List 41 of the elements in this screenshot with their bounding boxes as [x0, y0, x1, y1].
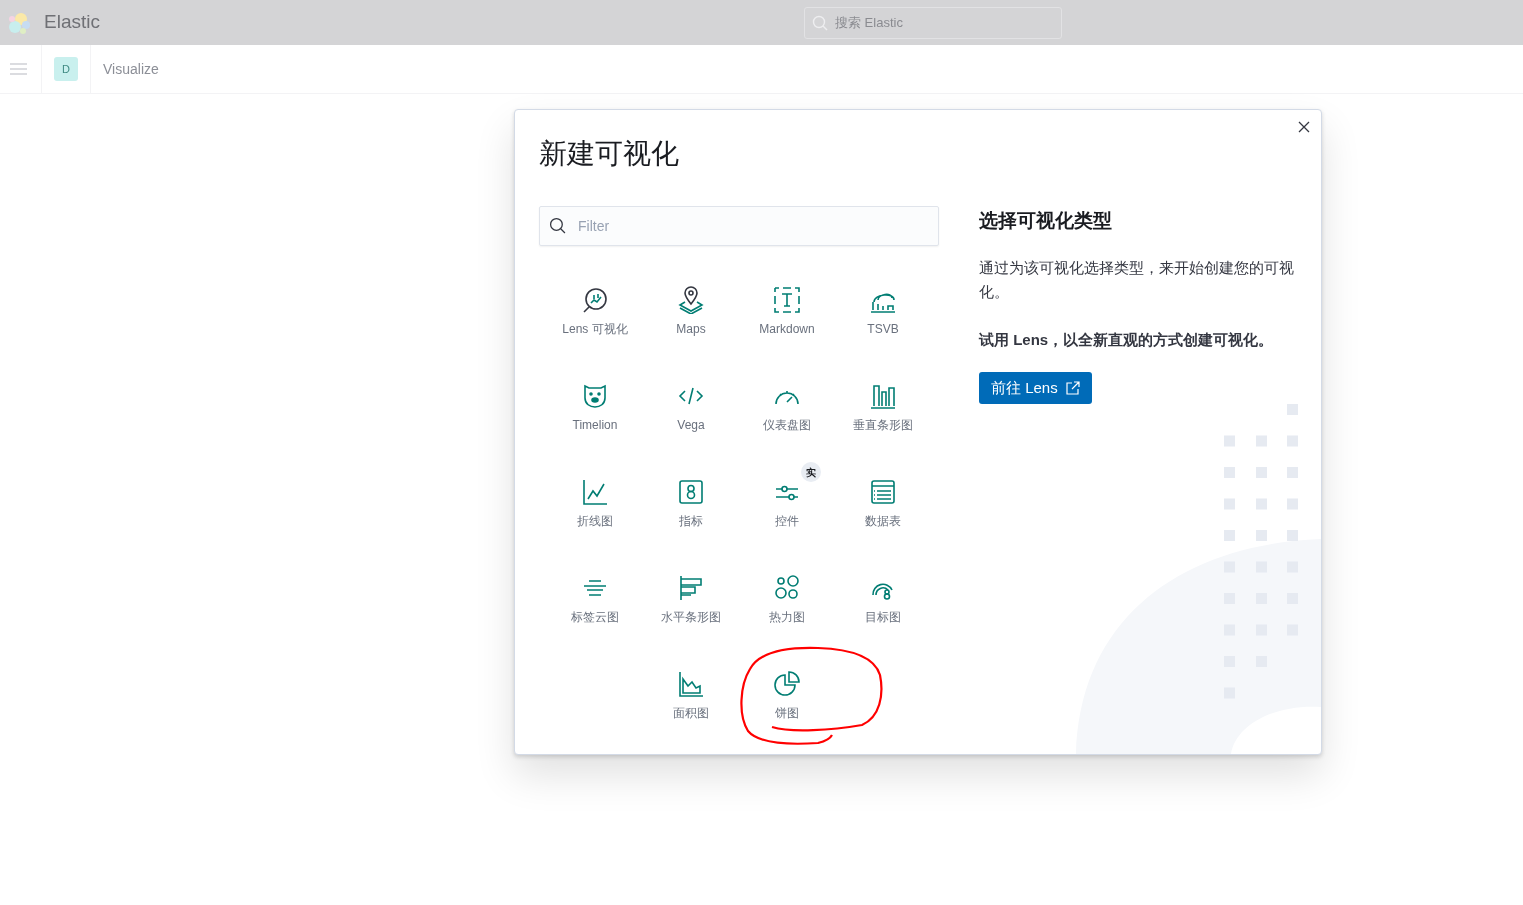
- search-field[interactable]: 搜索 Elastic: [804, 6, 1062, 39]
- description-text: 通过为该可视化选择类型，来开始创建您的可视化。: [979, 258, 1295, 302]
- visualization-type-button[interactable]: Timelion: [547, 370, 643, 466]
- visualization-type-button[interactable]: Markdown: [739, 274, 835, 370]
- go-to-lens-button[interactable]: 前往 Lens: [979, 372, 1092, 404]
- visualization-type-button[interactable]: 热力图: [739, 562, 835, 658]
- app-name[interactable]: Elastic: [44, 8, 100, 37]
- visualization-type-button[interactable]: 垂直条形图: [835, 370, 931, 466]
- space-avatar[interactable]: D: [54, 57, 78, 81]
- visualization-type-button[interactable]: 指标: [643, 466, 739, 562]
- visualization-type-button[interactable]: TSVB: [835, 274, 931, 370]
- experimental-badge: 实: [801, 462, 821, 482]
- text-frame-icon: [773, 286, 801, 314]
- magnifier-chart-icon: [581, 286, 609, 314]
- visualization-type-button[interactable]: 面积图: [643, 658, 739, 754]
- modal-title: 新建可视化: [539, 137, 680, 171]
- search-icon: [812, 14, 828, 31]
- pie-chart-icon: [773, 670, 801, 698]
- line-chart-icon: [581, 478, 609, 506]
- circles-icon: [773, 574, 801, 602]
- visualization-type-button[interactable]: 折线图: [547, 466, 643, 562]
- external-link-icon: [1065, 381, 1080, 395]
- visualization-type-button[interactable]: Vega: [643, 370, 739, 466]
- visualization-type-button[interactable]: 标签云图: [547, 562, 643, 658]
- visualization-type-button[interactable]: 水平条形图: [643, 562, 739, 658]
- visualization-type-button[interactable]: 数据表: [835, 466, 931, 562]
- metric-frame-icon: [677, 478, 705, 506]
- bear-face-icon: [581, 382, 609, 410]
- visualization-type-button[interactable]: Lens 可视化: [547, 274, 643, 370]
- breadcrumb-link[interactable]: Visualize: [103, 58, 159, 80]
- horizontal-bars-icon: [677, 574, 705, 602]
- promo-text: 试用 Lens，以全新直观的方式创建可视化。: [979, 330, 1275, 350]
- visualization-type-button[interactable]: 饼图: [739, 658, 835, 754]
- visualization-type-button[interactable]: Maps: [643, 274, 739, 370]
- map-pin-icon: [677, 286, 705, 314]
- table-icon: [869, 478, 897, 506]
- vertical-bars-icon: [869, 382, 897, 410]
- section-heading: 选择可视化类型: [979, 209, 1113, 233]
- filter-field[interactable]: Filter: [539, 206, 939, 246]
- area-chart-icon: [677, 670, 705, 698]
- visualization-type-button[interactable]: 目标图: [835, 562, 931, 658]
